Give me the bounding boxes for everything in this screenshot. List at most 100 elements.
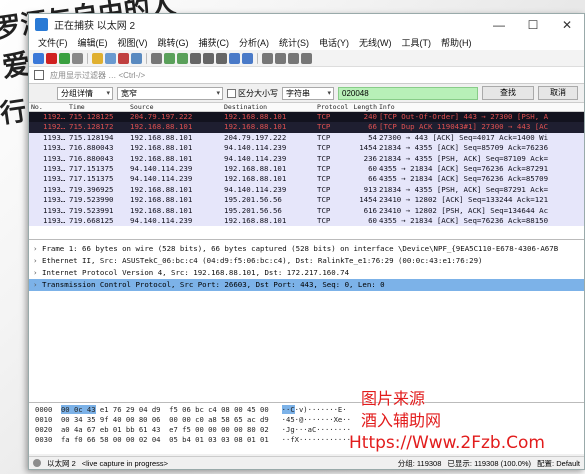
cell-no: 1193… <box>43 143 66 153</box>
bytes-hex[interactable]: e1 76 29 04 d9 f5 06 bc c4 08 00 45 00 <box>96 405 269 414</box>
display-filter-input[interactable]: 应用显示过滤器 … <Ctrl-/> <box>47 69 582 82</box>
menu-view[interactable]: 视图(V) <box>113 36 153 49</box>
colorize-icon[interactable] <box>242 52 253 64</box>
close-file-icon[interactable] <box>118 52 129 64</box>
expand-arrow-icon[interactable]: › <box>33 279 42 291</box>
go-back-icon[interactable] <box>164 52 175 64</box>
menu-help[interactable]: 帮助(H) <box>436 36 477 49</box>
chevron-down-icon: ▾ <box>327 89 331 97</box>
bytes-highlight[interactable]: 00 0c 43 <box>60 405 96 414</box>
menu-tools[interactable]: 工具(T) <box>397 36 437 49</box>
menu-wireless[interactable]: 无线(W) <box>354 36 397 49</box>
watermark-line-1: 图片来源 <box>361 389 426 408</box>
stop-capture-icon[interactable] <box>46 52 57 64</box>
open-file-icon[interactable] <box>92 52 103 64</box>
column-header-protocol[interactable]: Protocol <box>317 103 353 111</box>
detail-row-ipv4[interactable]: › Internet Protocol Version 4, Src: 192.1… <box>29 267 584 279</box>
charset-select[interactable]: 宽窄 ▾ <box>117 86 223 100</box>
zoom-normal-icon[interactable] <box>288 52 299 64</box>
bytes-hex[interactable]: 00 34 35 9f 40 00 80 06 00 00 c0 a8 58 6… <box>61 415 269 424</box>
column-header-destination[interactable]: Destination <box>224 103 317 111</box>
bytes-ascii[interactable]: ·45·@·······Xe·· <box>282 415 351 424</box>
cell-time: 715.128172 <box>69 122 114 132</box>
packet-row[interactable]: 1192… 715.128125 204.79.197.222 192.168.88.… <box>29 112 584 123</box>
cell-destination: 192.168.88.101 <box>224 112 287 121</box>
search-type-select[interactable]: 字符串 ▾ <box>282 86 334 100</box>
column-header-no[interactable]: No. <box>29 103 69 111</box>
detail-row-tcp[interactable]: › Transmission Control Protocol, Src Port… <box>29 279 584 291</box>
packet-row[interactable]: 1193… 719.523991 192.168.88.101 195.201.56.… <box>29 205 584 216</box>
column-header-time[interactable]: Time <box>69 103 130 111</box>
menu-capture[interactable]: 捕获(C) <box>194 36 235 49</box>
zoom-in-icon[interactable] <box>262 52 273 64</box>
column-header-source[interactable]: Source <box>130 103 224 111</box>
menu-bar: 文件(F) 编辑(E) 视图(V) 跳转(G) 捕获(C) 分析(A) 统计(S… <box>29 35 584 50</box>
autoscroll-icon[interactable] <box>229 52 240 64</box>
expand-arrow-icon[interactable]: › <box>33 255 42 267</box>
last-packet-icon[interactable] <box>216 52 227 64</box>
go-to-packet-icon[interactable] <box>190 52 201 64</box>
packet-row[interactable]: 1193… 717.151375 94.140.114.239 192.168.88.… <box>29 163 584 175</box>
cell-length: 240 <box>363 112 377 121</box>
capture-status-icon[interactable] <box>33 459 41 467</box>
column-header-info[interactable]: Info <box>379 103 584 111</box>
ascii-highlight[interactable]: ··C <box>281 405 295 414</box>
bookmark-icon[interactable] <box>34 70 44 80</box>
packet-row[interactable]: 1193… 716.880043 192.168.88.101 94.140.114.… <box>29 153 584 164</box>
menu-edit[interactable]: 编辑(E) <box>73 36 113 49</box>
checkbox-box[interactable] <box>227 88 236 98</box>
cell-length: 616 <box>363 205 377 215</box>
packet-row[interactable]: 1193… 719.523990 192.168.88.101 195.201.56.… <box>29 195 584 206</box>
first-packet-icon[interactable] <box>203 52 214 64</box>
menu-statistics[interactable]: 统计(S) <box>274 36 314 49</box>
packet-row[interactable]: 1193… 719.668125 94.140.114.239 192.168.88.… <box>29 215 584 227</box>
cell-protocol: TCP <box>317 195 331 205</box>
minimize-button[interactable]: — <box>482 14 516 35</box>
bytes-hex[interactable]: a0 4a 67 eb 01 bb 61 43 e7 f5 00 00 00 0… <box>61 425 269 434</box>
detail-row-ethernet[interactable]: › Ethernet II, Src: ASUSTekC_06:bc:c4 (04… <box>29 255 584 267</box>
status-profile[interactable]: 配置: Default <box>537 458 584 469</box>
bytes-ascii[interactable]: ··fX············ <box>282 435 351 444</box>
bytes-ascii[interactable]: ·Jg···aC········ <box>282 425 351 434</box>
window-title: 正在捕获 以太网 2 <box>54 21 136 32</box>
capture-options-gear-icon[interactable] <box>72 52 83 64</box>
column-header-length[interactable]: Length <box>353 103 379 111</box>
expand-arrow-icon[interactable]: › <box>33 267 42 279</box>
menu-go[interactable]: 跳转(G) <box>153 36 194 49</box>
packet-row[interactable]: 1192… 715.128172 192.168.88.101 192.168.88.… <box>29 122 584 133</box>
case-sensitive-checkbox[interactable]: 区分大小写 <box>227 88 278 99</box>
maximize-button[interactable]: ☐ <box>516 14 550 35</box>
cancel-button[interactable]: 取消 <box>538 86 578 100</box>
bytes-hex[interactable]: fa f0 66 58 00 00 02 04 05 b4 01 03 03 0… <box>61 435 269 444</box>
save-file-icon[interactable] <box>105 52 116 64</box>
title-bar: 正在捕获 以太网 2 — ☐ ✕ <box>29 14 584 35</box>
menu-telephony[interactable]: 电话(Y) <box>314 36 354 49</box>
cell-info: [TCP Out-Of-Order] 443 → 27300 [PSH, A <box>379 112 549 121</box>
find-button[interactable]: 查找 <box>482 86 534 100</box>
cell-time: 716.880043 <box>69 153 114 163</box>
packet-row[interactable]: 1193… 717.151375 94.140.114.239 192.168.88.… <box>29 174 584 185</box>
search-input[interactable]: 020048 <box>338 86 478 100</box>
restart-capture-icon[interactable] <box>59 52 70 64</box>
packet-row[interactable]: 1193… 715.128194 192.168.88.101 204.79.197.… <box>29 132 584 144</box>
packet-row[interactable]: 1193… 716.880043 192.168.88.101 94.140.114.… <box>29 143 584 154</box>
menu-file[interactable]: 文件(F) <box>33 36 73 49</box>
cell-length: 1454 <box>359 195 377 205</box>
expand-arrow-icon[interactable]: › <box>33 243 42 255</box>
display-filter-bar: 应用显示过滤器 … <Ctrl-/> <box>29 67 584 84</box>
search-in-select[interactable]: 分组详情 ▾ <box>57 86 113 100</box>
bytes-ascii[interactable]: ·v)·······E· <box>295 405 347 414</box>
cell-info: 27300 → 443 [ACK] Seq=4017 Ack=1400 Wi <box>379 132 549 142</box>
packet-row[interactable]: 1193… 719.396925 192.168.88.101 94.140.114.… <box>29 184 584 196</box>
cell-no: 1193… <box>43 174 66 184</box>
find-packet-icon[interactable] <box>151 52 162 64</box>
menu-analyze[interactable]: 分析(A) <box>234 36 274 49</box>
cell-no: 1193… <box>43 215 66 225</box>
zoom-out-icon[interactable] <box>275 52 286 64</box>
detail-row-frame[interactable]: › Frame 1: 66 bytes on wire (528 bits), 6… <box>29 243 584 255</box>
close-button[interactable]: ✕ <box>550 14 584 35</box>
reload-icon[interactable] <box>131 52 142 64</box>
resize-columns-icon[interactable] <box>301 52 312 64</box>
start-capture-icon[interactable] <box>33 52 44 64</box>
go-forward-icon[interactable] <box>177 52 188 64</box>
